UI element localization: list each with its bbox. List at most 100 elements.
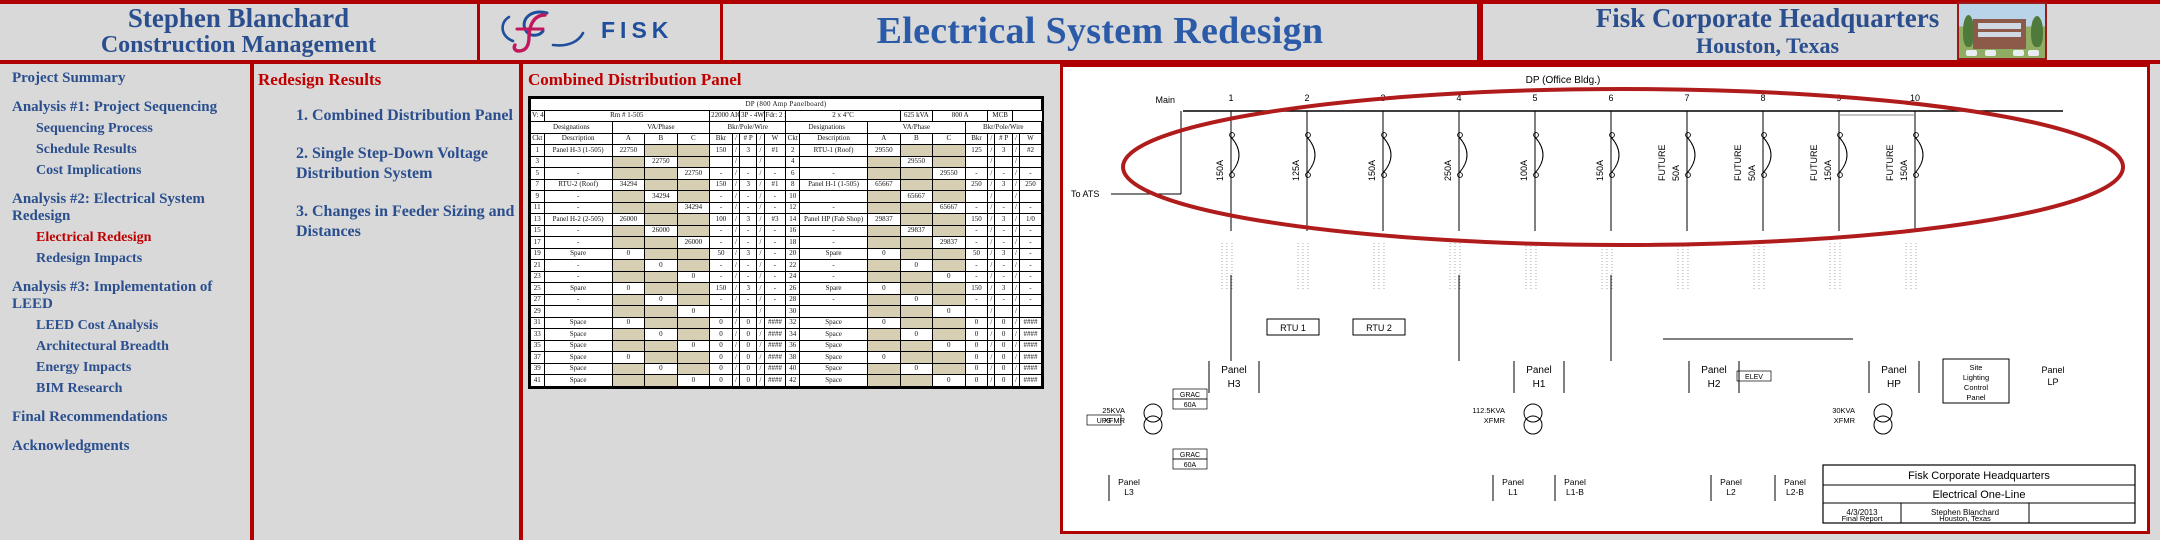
cell-wire	[763, 305, 787, 318]
cell-va-phase-B	[899, 247, 934, 260]
cell-bkr: 0	[709, 351, 733, 364]
cell-bkr: -	[709, 293, 733, 306]
cell-va-phase-A	[611, 362, 646, 375]
cell-slash: /	[731, 144, 740, 157]
cell-bkr: 0	[964, 362, 989, 375]
dp-col-a-2: A	[611, 132, 646, 145]
table-row: 27-0- / - / -28-0- / - / -	[530, 293, 1043, 306]
cell-ckt: 23	[530, 270, 545, 283]
cell-slash: /	[987, 155, 996, 168]
dp-info-cell-1: Rm # 1-505	[543, 109, 711, 122]
cell-va-phase-C: 65667	[932, 201, 966, 214]
cell-slash: /	[731, 247, 740, 260]
cell-description: Space	[799, 328, 869, 341]
xfmr-coil-b-3	[1873, 415, 1893, 435]
cell-va-phase-A	[611, 155, 646, 168]
cell-poles: -	[738, 270, 758, 283]
breaker-pole-bot-4	[1457, 172, 1463, 178]
cell-wire: 1/0	[1018, 213, 1043, 226]
dp-col-description-1: Description	[543, 132, 613, 145]
dp-info-cell-8: MCB	[987, 109, 1013, 122]
sidebar-item-analysis-2-electrical-system-redesign[interactable]: Analysis #2: Electrical System Redesign	[12, 191, 250, 225]
cell-slash: /	[731, 351, 740, 364]
cell-poles: 0	[994, 316, 1013, 329]
sidebar-item-cost-implications[interactable]: Cost Implications	[36, 163, 250, 179]
cell-ckt: 9	[530, 190, 545, 203]
sidebar-item-project-summary[interactable]: Project Summary	[12, 70, 250, 87]
cell-slash: /	[1011, 201, 1020, 214]
sidebar-item-analysis-3-implementation-of-leed[interactable]: Analysis #3: Implementation of LEED	[12, 279, 250, 313]
sidebar-item-energy-impacts[interactable]: Energy Impacts	[36, 360, 250, 376]
cell-va-phase-B: 0	[899, 259, 934, 272]
cell-va-phase-B	[644, 339, 678, 352]
breaker-arc-10	[1914, 136, 1924, 174]
cell-va-phase-B	[899, 316, 934, 329]
sidebar-item-architectural-breadth[interactable]: Architectural Breadth	[36, 339, 250, 355]
breaker-pole-bot-1	[1229, 172, 1235, 178]
sidebar-item-analysis-1-project-sequencing[interactable]: Analysis #1: Project Sequencing	[12, 99, 250, 116]
cell-va-phase-A: 0	[611, 351, 646, 364]
breaker-rating-9: 150A	[1823, 160, 1833, 181]
sidebar-item-sequencing-process[interactable]: Sequencing Process	[36, 121, 250, 137]
project-name: Fisk Corporate Headquarters	[1595, 3, 1940, 34]
cell-ckt: 39	[530, 362, 545, 375]
cell-ckt: 5	[530, 167, 545, 180]
sidebar-item-redesign-impacts[interactable]: Redesign Impacts	[36, 251, 250, 267]
sidebar-item-leed-cost-analysis[interactable]: LEED Cost Analysis	[36, 318, 250, 334]
cell-va-phase-C: 29550	[932, 167, 966, 180]
cell-slash: /	[1011, 339, 1020, 352]
cell-description: -	[799, 224, 869, 237]
dp-info-cell-2: 22000 AIC	[709, 109, 740, 122]
xfmr-coil-b-2	[1523, 415, 1543, 435]
project-location: Houston, Texas	[1695, 32, 1840, 58]
cell-description	[799, 305, 869, 318]
cell-va-phase-A	[867, 190, 901, 203]
cell-description: -	[543, 270, 613, 283]
cell-slash: /	[731, 293, 740, 306]
building-photo	[1957, 2, 2048, 60]
cell-slash: /	[731, 236, 740, 249]
nav-gap	[10, 402, 250, 409]
cell-bkr: -	[709, 167, 733, 180]
cell-va-phase-B	[899, 282, 934, 295]
dp-col-c-14: C	[932, 132, 966, 145]
cell-poles: -	[994, 167, 1013, 180]
cell-slash: /	[731, 155, 740, 168]
header-project-block: Fisk Corporate Headquarters Houston, Tex…	[1480, 2, 2160, 60]
table-row: 31 Space 0 0/0/#### 32 Space 0 0/0/####	[530, 316, 1043, 329]
breaker-pole-bot-10	[1913, 172, 1919, 178]
cell-wire: -	[1018, 167, 1043, 180]
cell-wire: ####	[763, 351, 787, 364]
cell-ckt: 16	[785, 224, 801, 237]
dp-col-bkr-15: Bkr	[964, 132, 989, 145]
redesign-bullet-2: 2. Single Step-Down Voltage Distribution…	[296, 145, 489, 182]
cell-ckt: 25	[530, 282, 545, 295]
site-lighting-line-2: Lighting	[1963, 373, 1989, 382]
sidebar-item-acknowledgments[interactable]: Acknowledgments	[12, 438, 250, 455]
cell-poles: -	[738, 259, 758, 272]
dp-col-bkr-5: Bkr	[709, 132, 733, 145]
breaker-pole-bot-5	[1533, 172, 1539, 178]
sidebar-item-electrical-redesign[interactable]: Electrical Redesign	[36, 230, 250, 246]
cell-va-phase-B: 0	[644, 293, 678, 306]
cell-slash: /	[756, 178, 765, 191]
cell-bkr: 0	[709, 374, 733, 387]
table-row: 9-34294- / - / -10 65667//	[530, 190, 1043, 203]
cell-wire: ####	[1018, 351, 1043, 364]
cell-bkr: -	[964, 224, 989, 237]
cell-va-phase-C	[932, 316, 966, 329]
dp-col-b-13: B	[899, 132, 934, 145]
author-major: Construction Management	[100, 31, 377, 58]
cell-va-phase-A: 0	[867, 282, 901, 295]
cell-ckt: 28	[785, 293, 801, 306]
cell-va-phase-B	[899, 339, 934, 352]
sidebar-item-final-recommendations[interactable]: Final Recommendations	[12, 409, 250, 426]
dp-col-a-12: A	[867, 132, 901, 145]
sidebar-item-bim-research[interactable]: BIM Research	[36, 381, 250, 397]
cell-slash: /	[756, 316, 765, 329]
cell-va-phase-C	[932, 155, 966, 168]
cell-va-phase-C	[932, 362, 966, 375]
table-row: 29 0 / / 30 0 / /	[530, 305, 1043, 318]
sidebar-item-schedule-results[interactable]: Schedule Results	[36, 142, 250, 158]
cell-poles: 3	[738, 282, 758, 295]
